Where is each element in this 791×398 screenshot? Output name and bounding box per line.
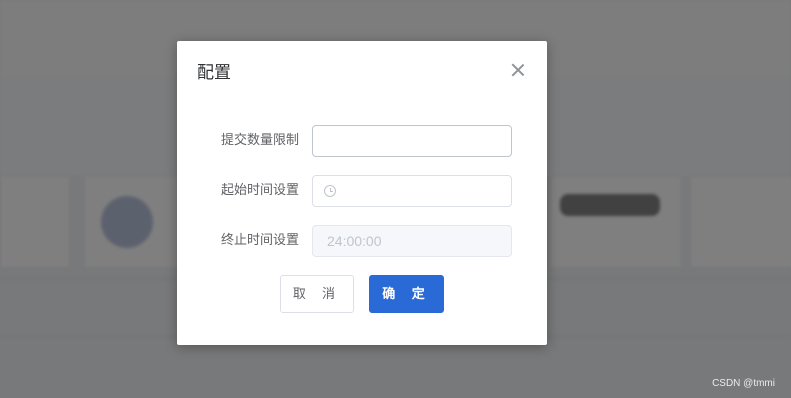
end-time-value: 24:00:00 [327, 233, 382, 249]
config-dialog: 配置 提交数量限制 起始时间设置 终止时间设置 24:00:00 取 消 确 定 [177, 41, 547, 345]
dialog-title: 配置 [197, 63, 231, 83]
submit-limit-label: 提交数量限制 [220, 133, 299, 148]
end-time-field: 24:00:00 [312, 225, 512, 257]
close-icon[interactable] [511, 63, 525, 77]
end-time-label: 终止时间设置 [220, 233, 299, 248]
watermark: CSDN @tmmi [712, 378, 775, 389]
start-time-label: 起始时间设置 [220, 183, 299, 198]
form-row-submit-limit: 提交数量限制 [177, 125, 547, 157]
submit-limit-field[interactable] [312, 125, 513, 157]
confirm-button[interactable]: 确 定 [369, 275, 444, 313]
clock-icon [324, 185, 336, 197]
form-row-start-time: 起始时间设置 [177, 175, 547, 207]
submit-limit-input[interactable] [313, 126, 513, 155]
start-time-picker[interactable] [312, 175, 512, 207]
cancel-button[interactable]: 取 消 [280, 275, 354, 313]
form-row-end-time: 终止时间设置 24:00:00 [177, 225, 547, 257]
